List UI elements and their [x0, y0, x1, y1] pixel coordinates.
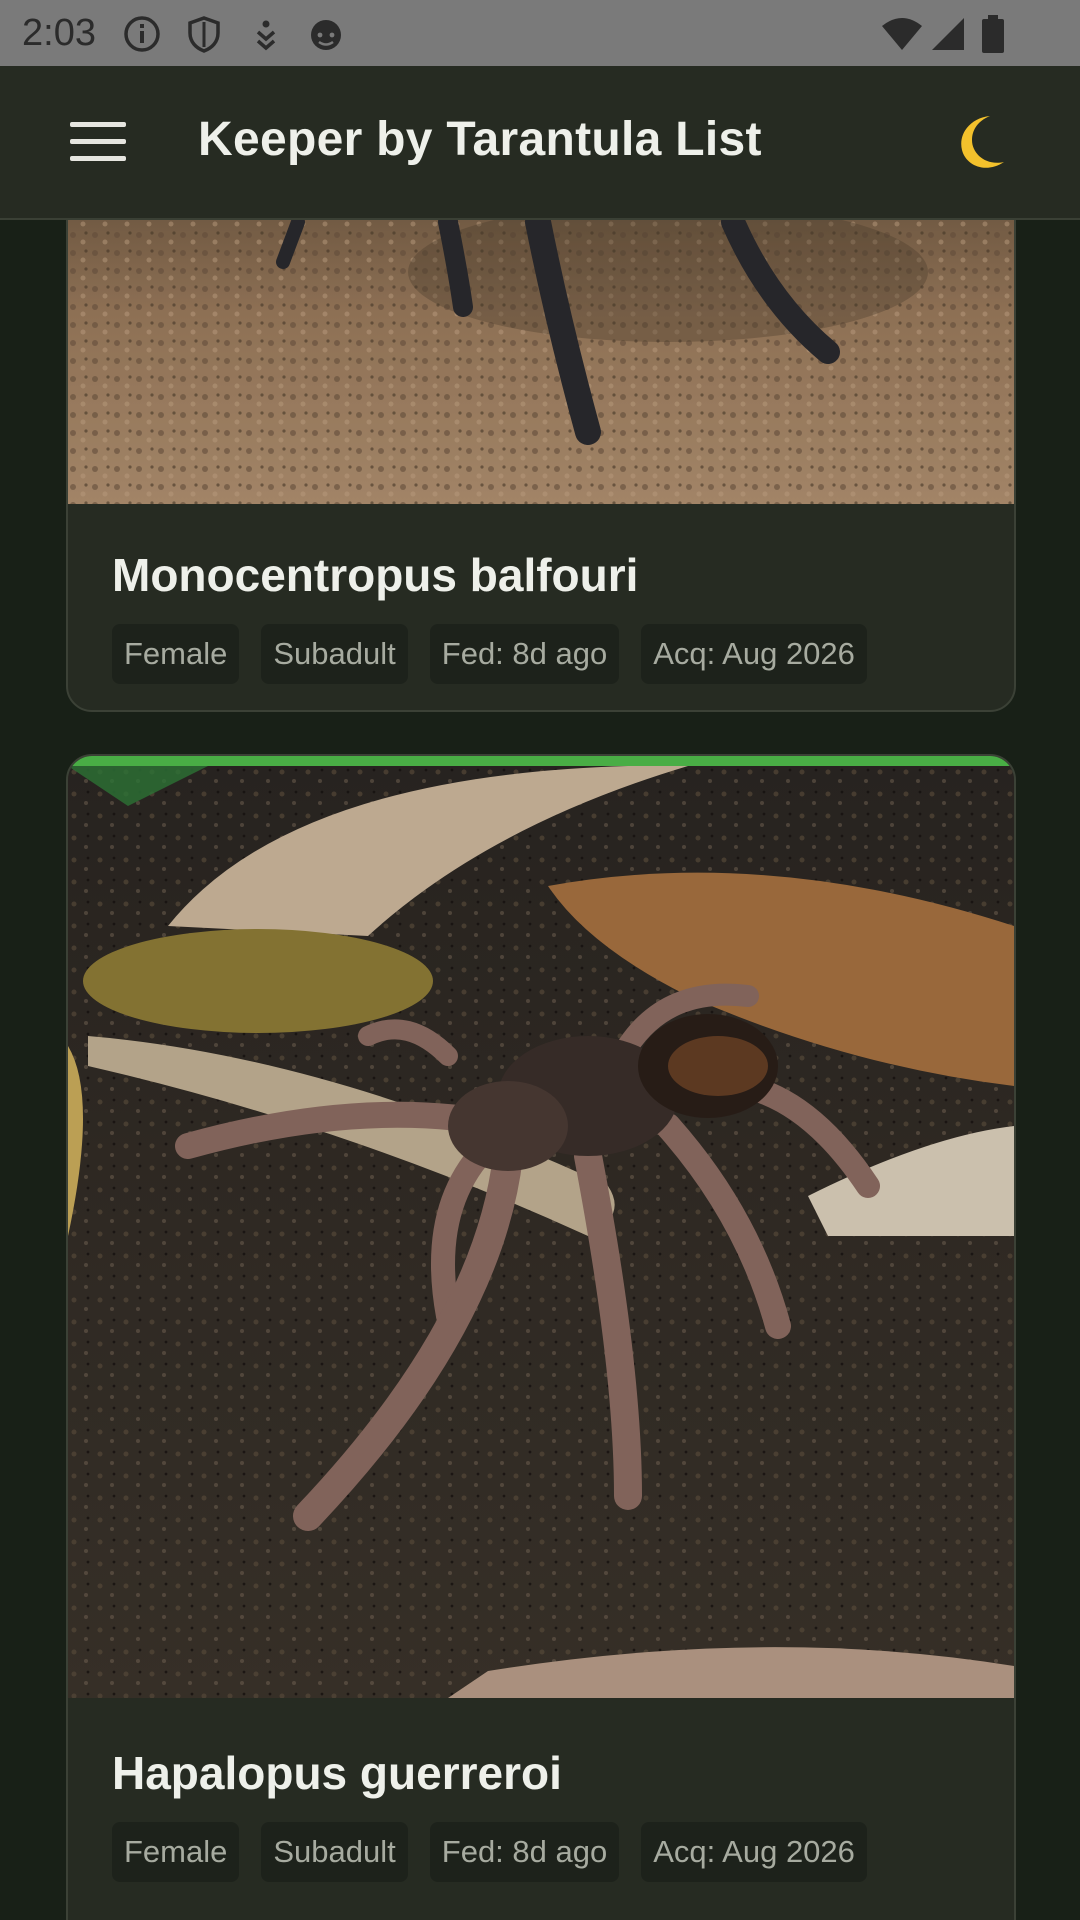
status-accent-bar — [68, 756, 1014, 766]
sex-chip: Female — [112, 624, 240, 684]
crescent-moon-icon[interactable] — [948, 110, 1014, 176]
hamburger-menu-icon[interactable] — [62, 114, 132, 170]
app-title: Keeper by Tarantula List — [198, 113, 762, 166]
fed-chip: Fed: 8d ago — [429, 624, 620, 684]
tarantula-card[interactable]: Hapalopus guerreroi Female Subadult Fed:… — [66, 754, 1016, 1920]
battery-icon — [982, 15, 1004, 53]
info-icon — [124, 16, 160, 52]
stage-chip: Subadult — [261, 624, 408, 684]
species-name: Hapalopus guerreroi — [112, 1747, 562, 1799]
face-icon — [311, 20, 341, 50]
sex-chip: Female — [112, 1822, 240, 1882]
tag-row: Female Subadult Fed: 8d ago Acq: Aug 202… — [112, 624, 867, 684]
acquired-chip: Acq: Aug 2026 — [641, 1822, 867, 1882]
download-icon — [256, 20, 276, 51]
tarantula-photo — [68, 220, 1014, 504]
app-bar: Keeper by Tarantula List — [0, 66, 1080, 220]
shield-icon — [188, 16, 220, 53]
status-bar: 2:03 — [0, 0, 1080, 66]
collection-list[interactable]: Monocentropus balfouri Female Subadult F… — [0, 220, 1080, 1920]
stage-chip: Subadult — [261, 1822, 408, 1882]
acquired-chip: Acq: Aug 2026 — [641, 624, 867, 684]
signal-icon — [932, 18, 964, 50]
wifi-icon — [882, 18, 922, 50]
tag-row: Female Subadult Fed: 8d ago Acq: Aug 202… — [112, 1822, 867, 1882]
species-name: Monocentropus balfouri — [112, 549, 639, 601]
tarantula-card[interactable]: Monocentropus balfouri Female Subadult F… — [66, 220, 1016, 712]
fed-chip: Fed: 8d ago — [429, 1822, 620, 1882]
status-time: 2:03 — [22, 12, 96, 54]
tarantula-photo — [68, 766, 1014, 1698]
